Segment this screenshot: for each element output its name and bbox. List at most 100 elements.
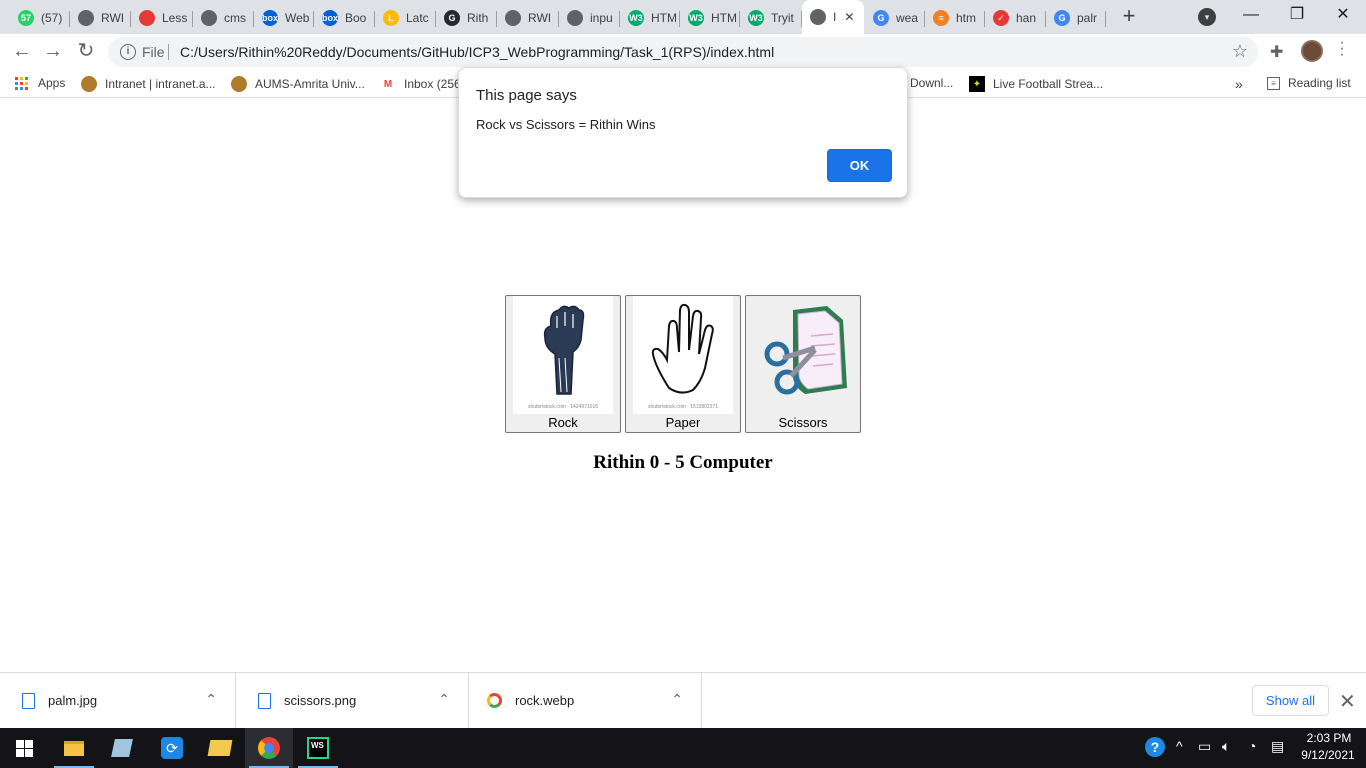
alert-ok-button[interactable]: OK (827, 149, 892, 182)
browser-tab[interactable]: Gwea (865, 4, 925, 32)
close-window-icon[interactable]: ✕ (1320, 4, 1366, 28)
browser-tab[interactable]: ≡ htm (925, 4, 985, 32)
help-icon[interactable]: ? (1145, 737, 1165, 757)
browser-tab[interactable]: RWI (497, 4, 559, 32)
browser-tab[interactable]: W3 HTM (680, 4, 740, 32)
browser-tab[interactable]: 57 (57) (10, 4, 70, 32)
tab-label: HTM (651, 11, 677, 25)
w3schools-icon: W3 (748, 10, 764, 26)
browser-tab[interactable]: inpu (559, 4, 620, 32)
bookmark-live-football[interactable]: ✦ Live Football Strea... (969, 76, 1103, 92)
download-item[interactable]: palm.jpg ⌃ (0, 673, 236, 729)
browser-tab[interactable]: box Boo (314, 4, 375, 32)
globe-icon (201, 10, 217, 26)
browser-tab[interactable]: box Web (254, 4, 314, 32)
score-heading: Rithin 0 - 5 Computer (593, 452, 773, 473)
bookmark-downloads[interactable]: Downl... (910, 76, 953, 90)
tab-label: Less (162, 11, 188, 25)
close-tab-icon[interactable]: ✕ (844, 10, 854, 24)
image-file-icon (258, 693, 271, 709)
rock-label: Rock (548, 415, 578, 430)
chevron-up-icon[interactable]: ⌃ (671, 691, 683, 708)
scissors-image (753, 296, 853, 414)
bookmark-aums[interactable]: AUMS-Amrita Univ... (231, 76, 365, 92)
football-icon: ✦ (969, 76, 985, 92)
chevron-up-icon[interactable]: ⌃ (438, 691, 450, 708)
bookmark-intranet[interactable]: Intranet | intranet.a... (81, 76, 216, 92)
tab-label: cms (224, 11, 246, 25)
info-icon[interactable]: i (120, 44, 136, 60)
download-item[interactable]: scissors.png ⌃ (236, 673, 469, 729)
taskbar-file-explorer[interactable] (50, 728, 98, 768)
browser-tab[interactable]: Less (131, 4, 193, 32)
bookmark-label: Downl... (910, 76, 954, 90)
reading-list-button[interactable]: ≡ Reading list (1267, 76, 1351, 90)
tab-label: palr (1077, 11, 1098, 25)
show-all-downloads-button[interactable]: Show all (1252, 685, 1329, 716)
address-bar[interactable]: i File C:/Users/Rithin%20Reddy/Documents… (108, 37, 1258, 67)
forward-button[interactable]: → (41, 41, 65, 63)
rock-button[interactable]: shutterstock.com · 1424971016 Rock (505, 295, 621, 433)
browser-tab[interactable]: G Rith (436, 4, 497, 32)
browser-tab[interactable]: Gpalr (1046, 4, 1106, 32)
download-item[interactable]: rock.webp ⌃ (469, 673, 702, 729)
taskbar-notepad[interactable] (98, 728, 146, 768)
extensions-puzzle-icon[interactable]: ✚ (1270, 42, 1283, 62)
browser-tab[interactable]: ✓ han (985, 4, 1046, 32)
clock-date[interactable]: 9/12/2021 (1298, 748, 1358, 762)
taskbar-chrome[interactable] (245, 728, 293, 768)
globe-icon (78, 10, 94, 26)
bookmark-gmail-inbox[interactable]: M Inbox (256 (380, 76, 461, 92)
taskbar-folder[interactable] (196, 728, 244, 768)
restore-icon[interactable]: ❐ (1274, 4, 1320, 28)
taskbar-sync-app[interactable]: ⟳ (148, 728, 196, 768)
raised-fist-icon (543, 305, 585, 395)
browser-tab[interactable]: L Latc (375, 4, 436, 32)
chevron-up-icon[interactable]: ^ (1176, 738, 1183, 754)
tab-label: RWI (528, 11, 552, 25)
back-button[interactable]: ← (10, 41, 34, 63)
bookmark-star-icon[interactable]: ☆ (1232, 41, 1248, 62)
browser-tab[interactable]: W3 Tryit (740, 4, 802, 32)
browser-tab[interactable]: I ✕ (802, 0, 864, 34)
download-filename: palm.jpg (48, 693, 98, 708)
bookmark-apps[interactable]: Apps (15, 76, 65, 90)
start-button[interactable] (0, 728, 48, 768)
amrita-logo-icon (81, 76, 97, 92)
box-icon: box (262, 10, 278, 26)
notepad-icon (111, 739, 133, 757)
image-credit: shutterstock.com · 1513802371 (647, 404, 719, 410)
new-tab-plus-icon[interactable]: + (1118, 5, 1140, 28)
clock-time[interactable]: 2:03 PM (1304, 731, 1354, 745)
tab-divider (1105, 11, 1106, 27)
w3schools-icon: W3 (688, 10, 704, 26)
rock-image: shutterstock.com · 1424971016 (513, 296, 613, 414)
browser-tab[interactable]: W3 HTM (620, 4, 680, 32)
tab-label: wea (896, 11, 919, 25)
menu-kebab-icon[interactable]: · · · (1338, 35, 1346, 63)
wifi-icon[interactable]: ◔ (1248, 738, 1256, 754)
volume-icon[interactable]: 🔈︎ (1222, 738, 1230, 755)
browser-tab[interactable]: cms (193, 4, 254, 32)
chrome-icon (487, 693, 502, 708)
url-separator (168, 44, 169, 60)
scissors-button[interactable]: Scissors (745, 295, 861, 433)
battery-icon[interactable]: ▭ (1198, 738, 1211, 755)
chevron-up-icon[interactable]: ⌃ (205, 691, 217, 708)
browser-tab[interactable]: RWI (70, 4, 131, 32)
close-icon[interactable]: ✕ (1339, 689, 1356, 714)
tab-label: Tryit (771, 11, 794, 25)
taskbar-webstorm[interactable]: WS (294, 728, 342, 768)
tab-search-icon[interactable]: ▾ (1198, 8, 1216, 26)
minimize-icon[interactable]: — (1228, 4, 1274, 28)
image-credit: shutterstock.com · 1424971016 (527, 404, 599, 410)
url-text[interactable]: C:/Users/Rithin%20Reddy/Documents/GitHub… (180, 44, 774, 60)
paper-button[interactable]: shutterstock.com · 1513802371 Paper (625, 295, 741, 433)
tab-label: Boo (345, 11, 367, 25)
notification-icon[interactable]: ▤ (1271, 738, 1284, 755)
reload-button[interactable]: ↻ (74, 41, 98, 63)
more-bookmarks-chevron-icon[interactable]: » (1235, 76, 1243, 92)
alert-dialog: This page says Rock vs Scissors = Rithin… (458, 67, 908, 198)
profile-avatar[interactable] (1301, 40, 1323, 62)
globe-icon (505, 10, 521, 26)
